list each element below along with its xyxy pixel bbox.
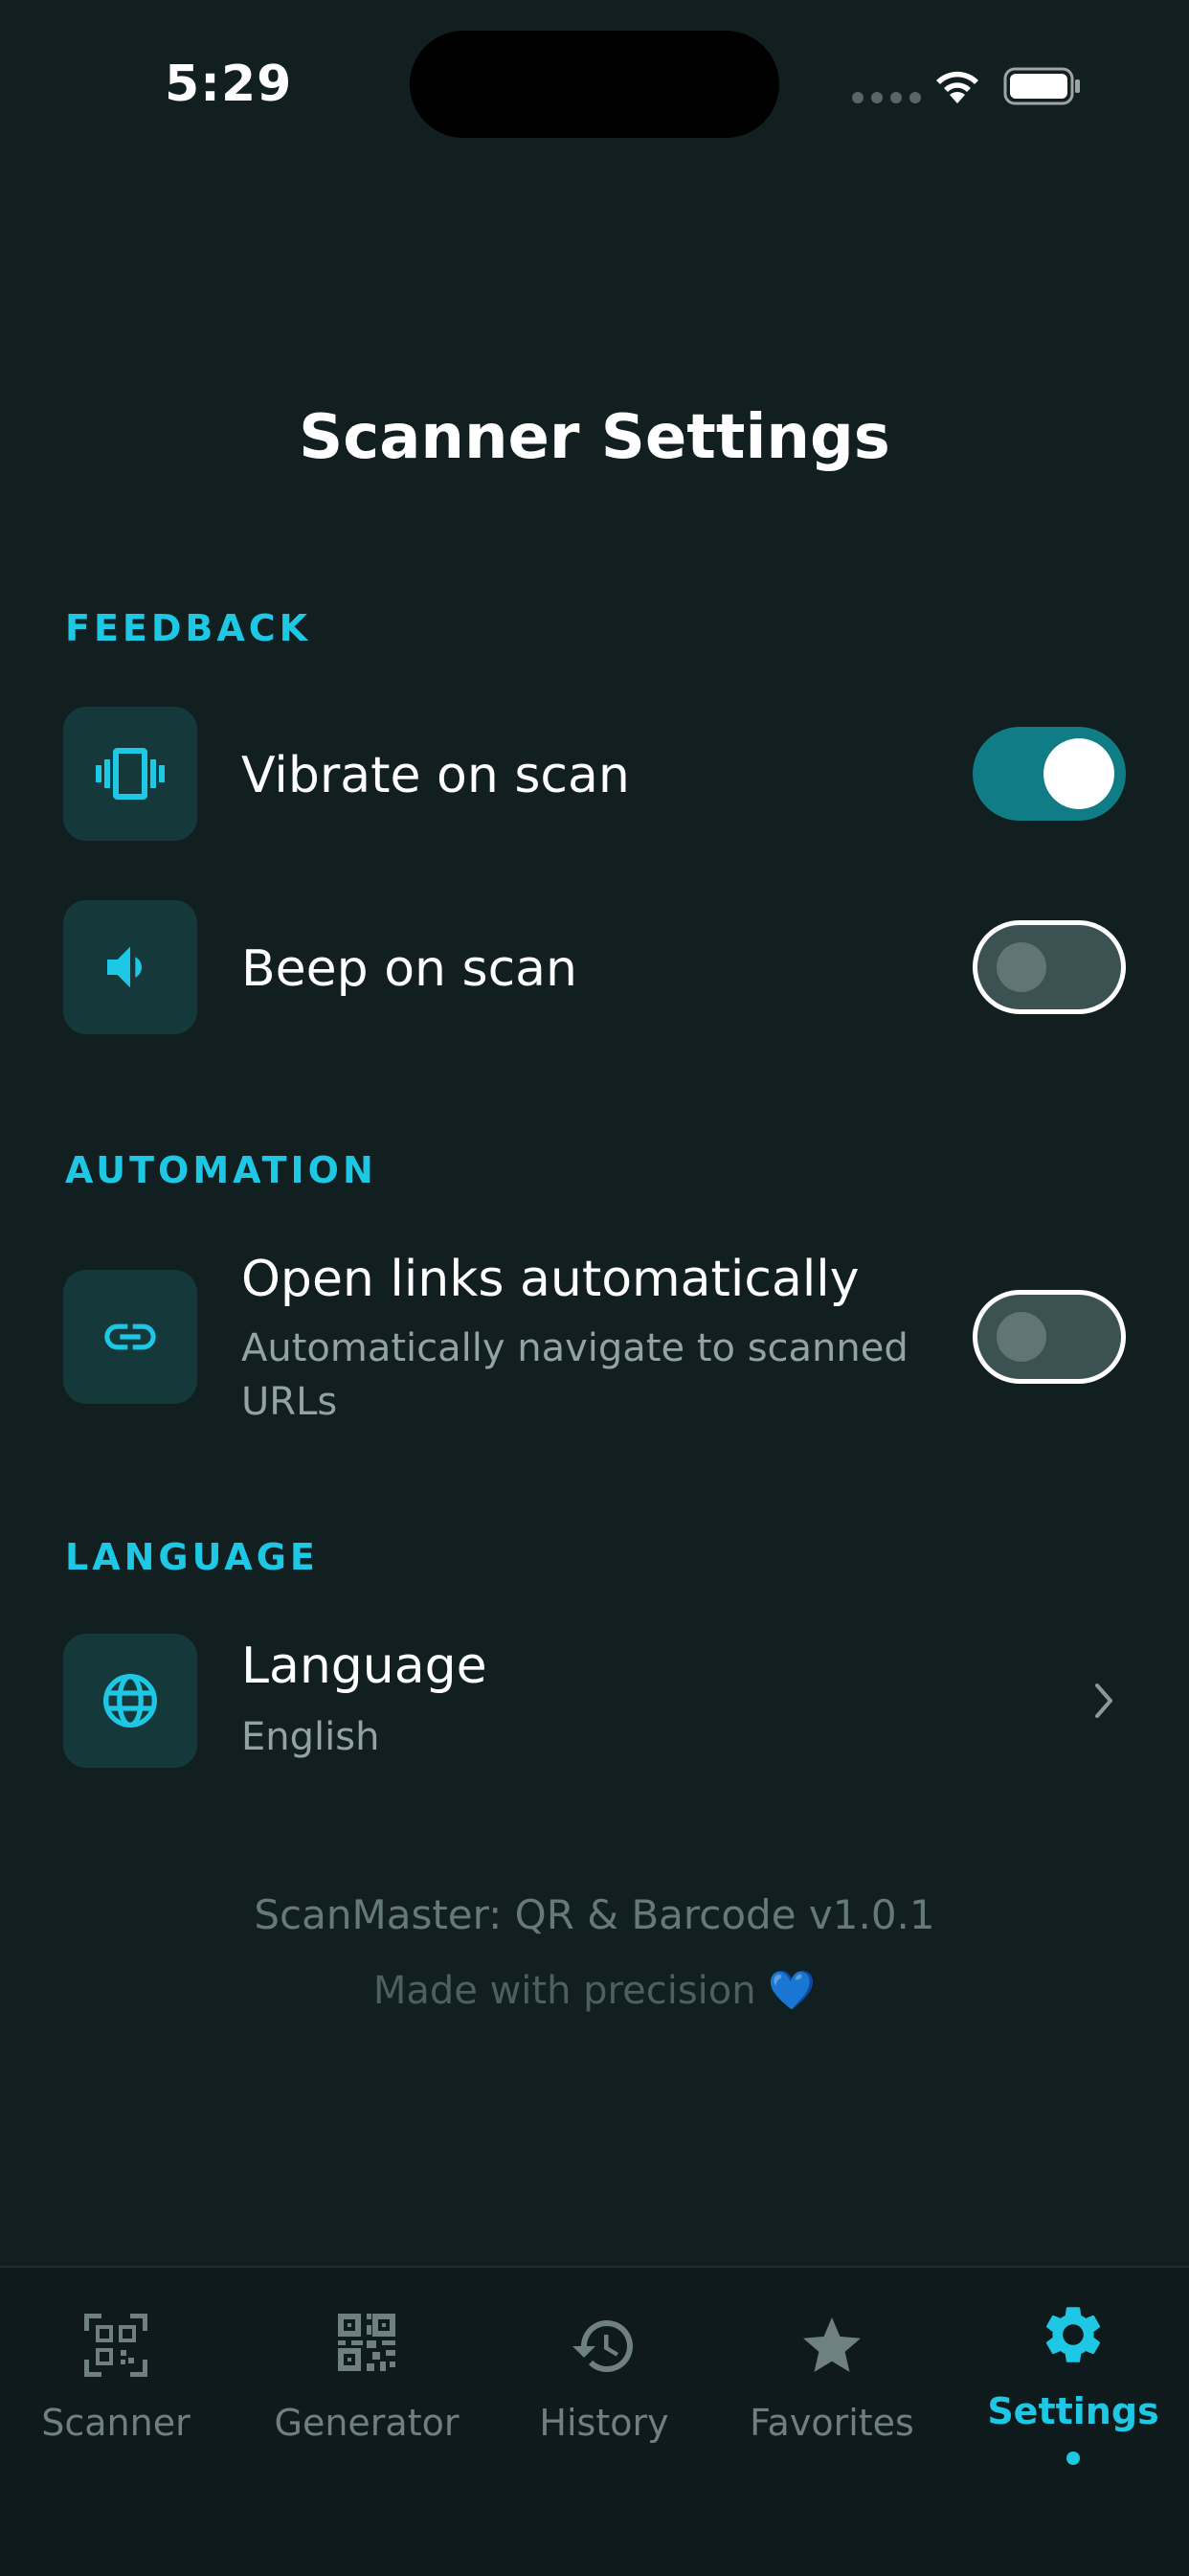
- qr-code-icon: [338, 2314, 395, 2371]
- tab-scanner[interactable]: Scanner: [0, 2268, 232, 2478]
- section-label-feedback: FEEDBACK: [65, 607, 312, 649]
- language-value: English: [241, 1715, 380, 1759]
- vibrate-icon: [63, 707, 197, 841]
- setting-row-beep: Beep on scan: [63, 900, 1126, 1034]
- volume-icon: [63, 900, 197, 1034]
- tab-label: Favorites: [750, 2402, 914, 2444]
- tab-history[interactable]: History: [488, 2268, 720, 2478]
- dynamic-island: [410, 31, 779, 138]
- tab-label: Scanner: [41, 2402, 191, 2444]
- tab-favorites[interactable]: Favorites: [716, 2268, 948, 2478]
- section-label-language: LANGUAGE: [65, 1536, 319, 1578]
- qr-scan-icon: [84, 2314, 147, 2377]
- setting-row-open-links: Open links automatically Automatically n…: [63, 1251, 1126, 1442]
- made-with-text: Made with precision 💙: [372, 1969, 817, 2013]
- tab-label: Settings: [987, 2390, 1159, 2432]
- tab-bar: Scanner Generator History Favorites Sett…: [0, 2266, 1189, 2576]
- setting-row-language[interactable]: Language English: [63, 1634, 1126, 1768]
- status-bar: 5:29: [0, 0, 1189, 172]
- open-links-description: Automatically navigate to scanned URLs: [241, 1326, 909, 1424]
- globe-icon: [63, 1634, 197, 1768]
- link-icon: [63, 1270, 197, 1404]
- page-title: Scanner Settings: [299, 402, 890, 473]
- cellular-signal-icon: [852, 92, 921, 103]
- history-icon: [572, 2320, 633, 2372]
- section-label-automation: AUTOMATION: [65, 1149, 377, 1191]
- open-links-label: Open links automatically: [241, 1251, 860, 1308]
- setting-row-vibrate: Vibrate on scan: [63, 707, 1126, 841]
- tab-label: Generator: [274, 2402, 460, 2444]
- wifi-icon: [936, 71, 978, 103]
- star-icon: [803, 2317, 861, 2372]
- beep-label: Beep on scan: [241, 940, 577, 998]
- chevron-right-icon: [1095, 1683, 1112, 1718]
- beep-toggle[interactable]: [973, 920, 1126, 1014]
- status-time: 5:29: [165, 56, 293, 113]
- vibrate-label: Vibrate on scan: [241, 747, 630, 804]
- battery-icon: [1003, 67, 1080, 105]
- active-tab-indicator: [1066, 2452, 1080, 2465]
- gear-icon: [1045, 2307, 1101, 2362]
- app-version-text: ScanMaster: QR & Barcode v1.0.1: [254, 1891, 935, 1938]
- language-label: Language: [241, 1638, 487, 1695]
- tab-generator[interactable]: Generator: [251, 2268, 482, 2478]
- toggle-knob: [997, 942, 1046, 992]
- tab-settings[interactable]: Settings: [957, 2268, 1189, 2478]
- tab-label: History: [539, 2402, 669, 2444]
- toggle-knob: [1043, 738, 1114, 809]
- open-links-toggle[interactable]: [973, 1290, 1126, 1384]
- toggle-knob: [997, 1312, 1046, 1362]
- vibrate-toggle[interactable]: [973, 727, 1126, 821]
